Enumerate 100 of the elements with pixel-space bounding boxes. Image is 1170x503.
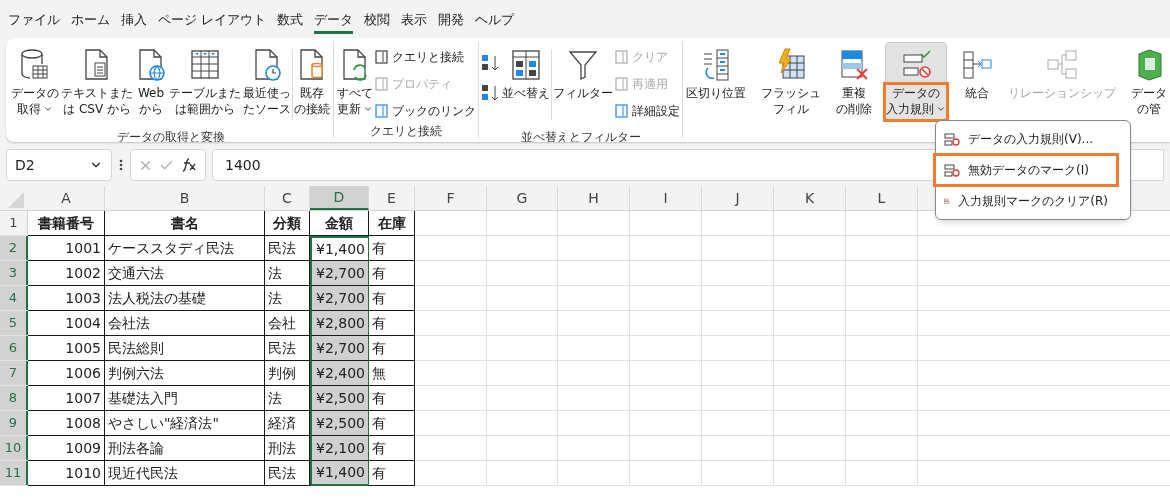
table-cell-text: 有 bbox=[372, 413, 386, 433]
ribbon-tab[interactable]: ヘルプ bbox=[475, 4, 515, 34]
table-cell-text: 有 bbox=[372, 238, 386, 258]
ribbon-tab[interactable]: ホーム bbox=[71, 4, 110, 34]
table-icon bbox=[189, 48, 221, 82]
column-header[interactable]: A bbox=[28, 186, 105, 210]
ribbon-button[interactable]: 並べ替え bbox=[501, 42, 551, 128]
table-cell-text: 有 bbox=[372, 313, 386, 333]
filter-icon bbox=[567, 48, 599, 82]
table-cell-text: 有 bbox=[372, 438, 386, 458]
column-header[interactable]: J bbox=[702, 186, 774, 210]
ribbon-button[interactable]: 重複 の削除 bbox=[834, 42, 873, 120]
column-header[interactable]: K bbox=[774, 186, 846, 210]
ribbon-button[interactable]: フラッシュ フィル bbox=[759, 42, 822, 120]
column-title-cell-text: 書籍番号 bbox=[38, 213, 94, 233]
ribbon-small-button[interactable]: クエリと接続 bbox=[374, 46, 476, 68]
table-cell-text: 法 bbox=[268, 263, 282, 283]
column-header[interactable]: F bbox=[415, 186, 487, 210]
ribbon-button[interactable]: すべて 更新 bbox=[336, 42, 374, 122]
ribbon-tab[interactable]: データ bbox=[314, 4, 354, 34]
table-cell-text: 1003 bbox=[65, 288, 101, 308]
function-icon[interactable] bbox=[180, 157, 198, 173]
column-header[interactable]: G bbox=[487, 186, 558, 210]
ribbon-button[interactable]: テーブルまた は範囲から bbox=[168, 42, 242, 128]
ribbon-tab[interactable]: ファイル bbox=[8, 4, 60, 34]
ribbon-button[interactable]: Web から bbox=[134, 42, 168, 128]
ribbon-tab[interactable]: 数式 bbox=[277, 4, 304, 34]
row-header[interactable]: 1 bbox=[0, 211, 28, 235]
table-cell-text: 有 bbox=[372, 463, 386, 483]
table-cell-text: 1010 bbox=[65, 463, 101, 483]
ribbon-button[interactable]: フィルター bbox=[552, 42, 614, 128]
column-header[interactable]: D bbox=[310, 186, 369, 210]
table-cell-text: 1002 bbox=[65, 263, 101, 283]
ribbon-tab[interactable]: 表示 bbox=[401, 4, 428, 34]
table-cell-text: 刑法 bbox=[268, 438, 296, 458]
table-cell-text: ¥2,700 bbox=[316, 288, 365, 308]
row-header[interactable]: 5 bbox=[0, 311, 28, 335]
ribbon-tab[interactable]: ページ レイアウト bbox=[158, 4, 267, 34]
ribbon-tab[interactable]: 校閲 bbox=[364, 4, 391, 34]
table-cell-text: 法 bbox=[268, 388, 282, 408]
column-header[interactable]: H bbox=[558, 186, 630, 210]
table-cell-text: 会社法 bbox=[108, 313, 150, 333]
table-cell-text: ¥2,700 bbox=[316, 263, 365, 283]
ribbon-button[interactable]: 統合 bbox=[960, 42, 995, 120]
table-cell-text: 判例六法 bbox=[108, 363, 164, 383]
sort-icon bbox=[510, 48, 542, 82]
menu-item[interactable]: 入力規則マークのクリア(R) bbox=[936, 187, 1116, 215]
table-cell-text: 1005 bbox=[65, 338, 101, 358]
table-cell-text: ¥2,500 bbox=[316, 413, 365, 433]
ribbon-tab[interactable]: 開発 bbox=[438, 4, 465, 34]
more-options-icon[interactable] bbox=[118, 158, 124, 172]
table-cell-text: 民法 bbox=[268, 338, 296, 358]
row-header[interactable]: 11 bbox=[0, 461, 28, 485]
ribbon-button[interactable]: データの 取得 bbox=[10, 42, 60, 128]
table-cell-text: 1008 bbox=[65, 413, 101, 433]
column-title-cell-text: 分類 bbox=[273, 213, 301, 233]
table-cell-text: 有 bbox=[372, 288, 386, 308]
row-header[interactable]: 6 bbox=[0, 336, 28, 360]
ribbon-tab[interactable]: 挿入 bbox=[121, 4, 147, 34]
table-cell-text: 民法 bbox=[268, 238, 296, 258]
database-table-icon bbox=[19, 48, 51, 82]
ribbon-button[interactable]: 区切り位置 bbox=[685, 42, 747, 120]
table-cell-text: 基礎法入門 bbox=[108, 388, 178, 408]
column-header[interactable]: E bbox=[369, 186, 415, 210]
table-cell-text: 現近代民法 bbox=[108, 463, 178, 483]
ribbon-button[interactable]: データの 入力規則 bbox=[885, 42, 948, 120]
table-cell-text: 刑法各論 bbox=[108, 438, 164, 458]
row-header[interactable]: 7 bbox=[0, 361, 28, 385]
row-header[interactable]: 9 bbox=[0, 411, 28, 435]
row-header[interactable]: 3 bbox=[0, 261, 28, 285]
ribbon-button[interactable]: 既存 の接続 bbox=[293, 42, 331, 128]
ribbon-button[interactable]: 最近使っ たソース bbox=[242, 42, 292, 128]
row-header[interactable]: 10 bbox=[0, 436, 28, 460]
table-cell-text: 交通六法 bbox=[108, 263, 164, 283]
circle-invalid-icon bbox=[944, 162, 960, 178]
table-cell-text: ケーススタディ民法 bbox=[108, 238, 234, 258]
column-header[interactable]: I bbox=[630, 186, 702, 210]
ribbon-button[interactable]: テキストまた は CSV から bbox=[60, 42, 134, 128]
column-title-cell-text: 在庫 bbox=[377, 213, 406, 233]
sort-ascending-icon[interactable] bbox=[481, 54, 501, 72]
row-header[interactable]: 8 bbox=[0, 386, 28, 410]
column-title-cell-text: 金額 bbox=[325, 213, 353, 233]
table-cell-text: 民法総則 bbox=[108, 338, 164, 358]
row-header[interactable]: 2 bbox=[0, 236, 28, 260]
menu-item[interactable]: 無効データのマーク(I) bbox=[936, 156, 1116, 184]
table-cell-text: 有 bbox=[372, 338, 386, 358]
sort-descending-icon[interactable] bbox=[481, 84, 501, 102]
table-cell-text: ¥2,100 bbox=[316, 438, 365, 458]
row-header[interactable]: 4 bbox=[0, 286, 28, 310]
column-header[interactable]: B bbox=[105, 186, 265, 210]
ribbon-small-button[interactable]: 詳細設定 bbox=[614, 100, 680, 122]
ribbon-group-title: クエリと接続 bbox=[369, 123, 443, 140]
column-header[interactable]: L bbox=[846, 186, 918, 210]
table-cell-text: 経済 bbox=[268, 413, 296, 433]
ribbon-small-button[interactable]: ブックのリンク bbox=[374, 100, 476, 122]
table-cell-text: 無 bbox=[372, 363, 386, 383]
name-box[interactable]: D2 bbox=[6, 149, 112, 181]
ribbon-button[interactable]: データ の管 bbox=[1129, 42, 1168, 120]
table-cell-text: 1006 bbox=[65, 363, 101, 383]
table-cell-text: 法人税法の基礎 bbox=[108, 288, 206, 308]
